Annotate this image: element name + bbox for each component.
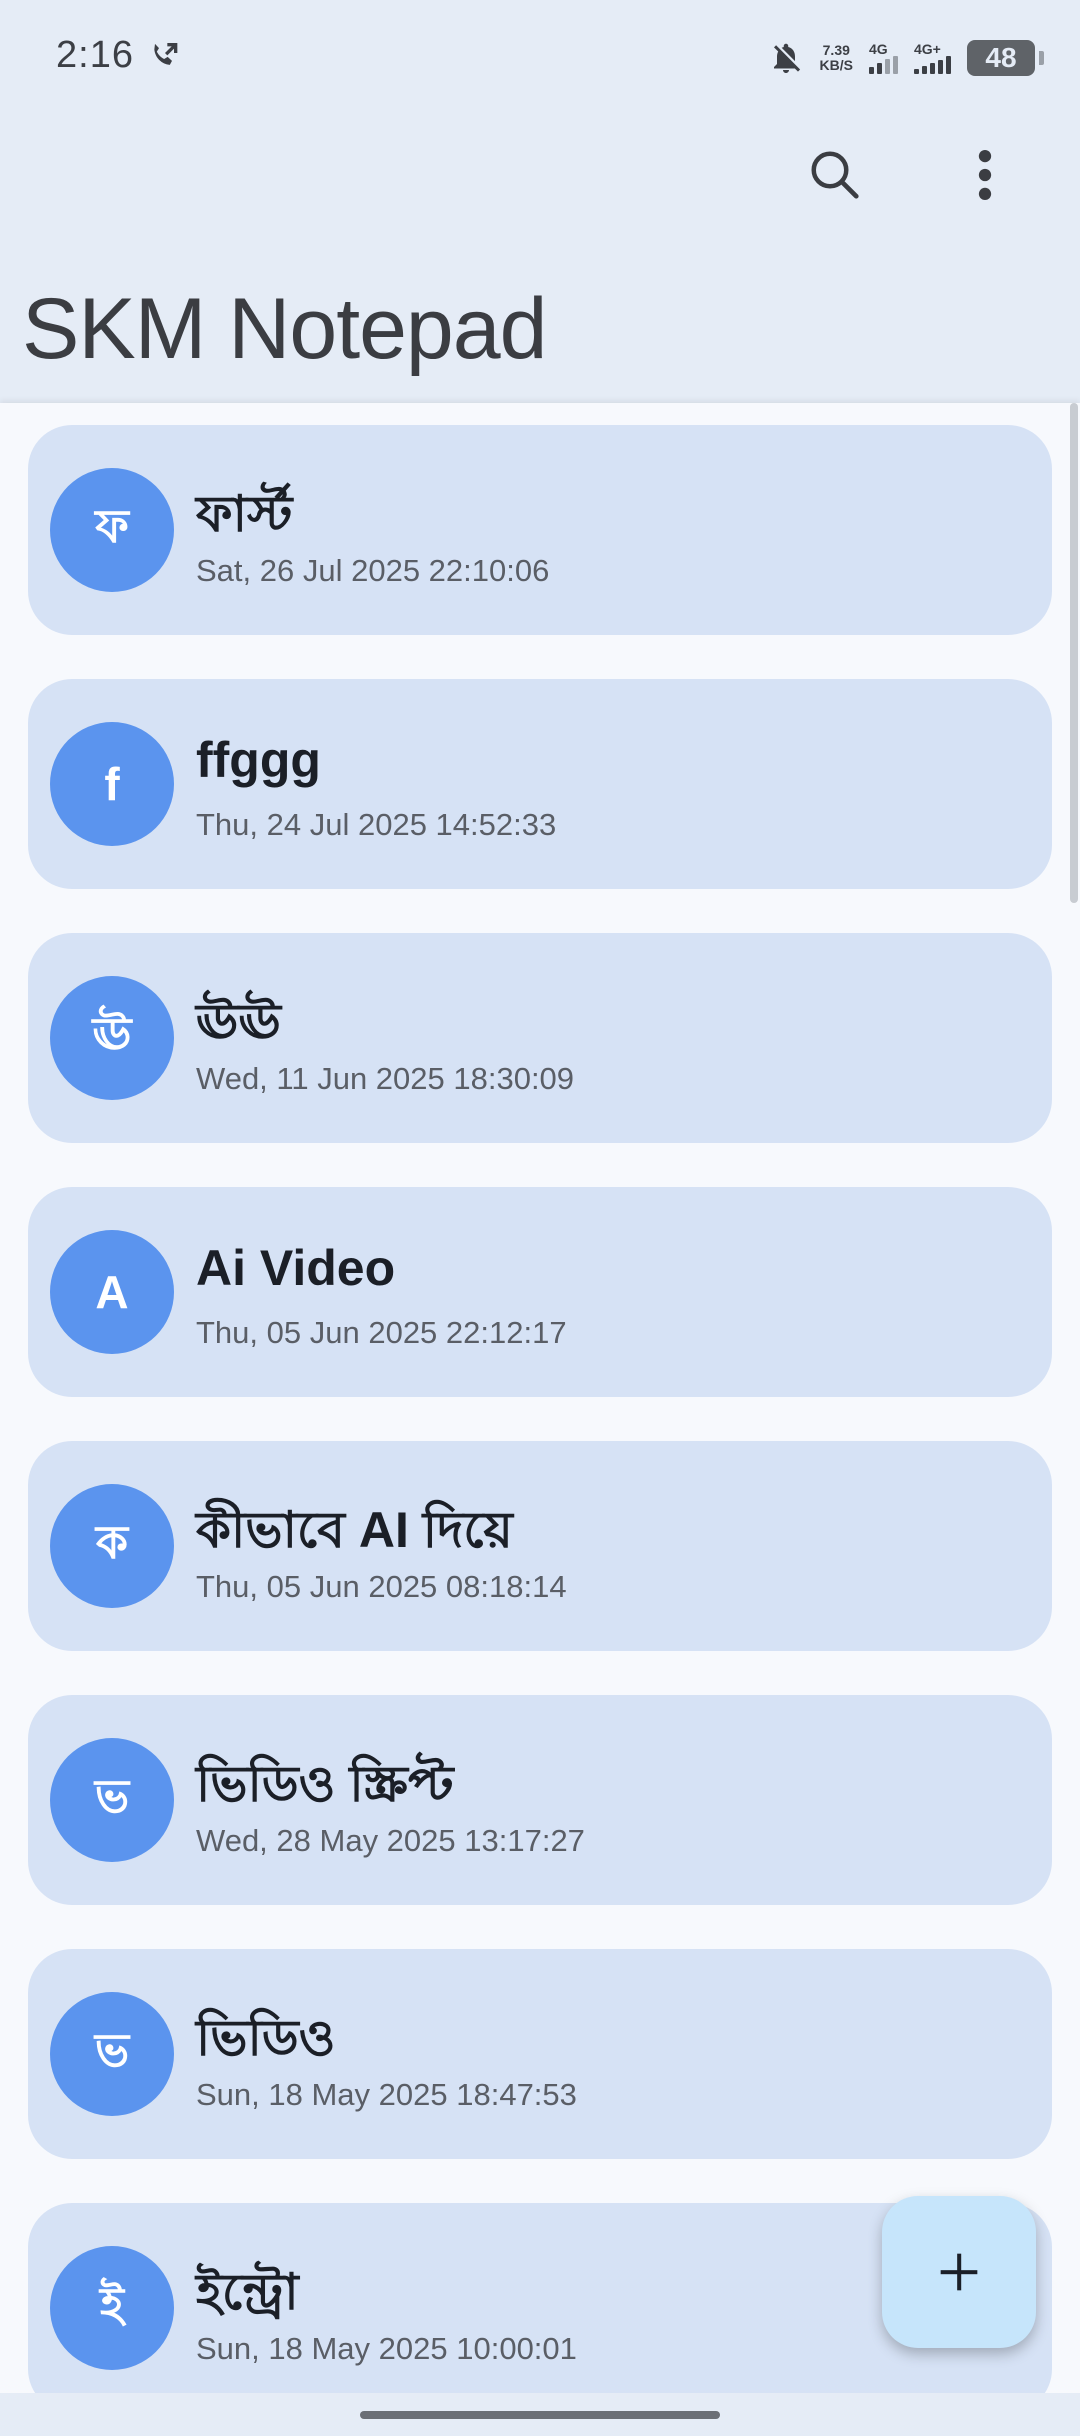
note-avatar: ফ — [50, 468, 174, 592]
note-avatar: ই — [50, 2246, 174, 2370]
battery-icon: 48 — [967, 40, 1035, 76]
sim2-label: 4G+ — [914, 41, 941, 57]
navigation-bar — [0, 2393, 1080, 2436]
note-avatar: ভ — [50, 1738, 174, 1862]
search-button[interactable] — [800, 140, 870, 210]
more-options-button[interactable] — [950, 140, 1020, 210]
note-title: ভিডিও স্ক্রিপ্ট — [196, 1756, 454, 1812]
screen: 2:16 7.39 KB/S 4G 4G+ 48 SKM Notepad ফ ফ… — [0, 0, 1080, 2436]
note-title: ফার্স্ট — [196, 486, 293, 542]
network-speed-unit: KB/S — [819, 57, 853, 73]
status-time: 2:16 — [56, 34, 134, 76]
page-title: SKM Notepad — [22, 281, 547, 377]
sim2-signal: 4G+ — [914, 42, 951, 74]
note-avatar: f — [50, 722, 174, 846]
signal-bars-icon — [869, 56, 898, 74]
sim1-label: 4G — [869, 41, 888, 57]
note-title: কীভাবে AI দিয়ে — [196, 1502, 513, 1558]
add-note-button[interactable] — [882, 2196, 1036, 2348]
note-card[interactable]: ভ ভিডিও স্ক্রিপ্ট Wed, 28 May 2025 13:17… — [28, 1695, 1052, 1905]
note-date: Sun, 18 May 2025 18:47:53 — [196, 2077, 577, 2112]
note-date: Sun, 18 May 2025 10:00:01 — [196, 2331, 577, 2366]
network-speed: 7.39 KB/S — [820, 43, 853, 73]
note-card[interactable]: ক কীভাবে AI দিয়ে Thu, 05 Jun 2025 08:18… — [28, 1441, 1052, 1651]
app-bar-actions — [780, 140, 1080, 210]
note-date: Wed, 11 Jun 2025 18:30:09 — [196, 1061, 575, 1096]
battery-cap — [1039, 51, 1044, 65]
note-card[interactable]: ফ ফার্স্ট Sat, 26 Jul 2025 22:10:06 — [28, 425, 1052, 635]
note-date: Wed, 28 May 2025 13:17:27 — [196, 1823, 585, 1858]
notes-list-area[interactable]: ফ ফার্স্ট Sat, 26 Jul 2025 22:10:06 f ff… — [0, 403, 1080, 2393]
bell-off-icon — [773, 43, 800, 73]
note-list: ফ ফার্স্ট Sat, 26 Jul 2025 22:10:06 f ff… — [28, 425, 1052, 2393]
note-title: Ai Video — [196, 1240, 396, 1296]
note-card[interactable]: ঊ ঊঊ Wed, 11 Jun 2025 18:30:09 — [28, 933, 1052, 1143]
note-avatar: A — [50, 1230, 174, 1354]
note-card[interactable]: f ffggg Thu, 24 Jul 2025 14:52:33 — [28, 679, 1052, 889]
note-card[interactable]: A Ai Video Thu, 05 Jun 2025 22:12:17 — [28, 1187, 1052, 1397]
note-avatar: ভ — [50, 1992, 174, 2116]
note-date: Thu, 05 Jun 2025 22:12:17 — [196, 1315, 567, 1350]
more-vert-icon — [978, 149, 992, 201]
note-date: Thu, 05 Jun 2025 08:18:14 — [196, 1569, 567, 1604]
home-indicator[interactable] — [360, 2411, 720, 2419]
note-date: Thu, 24 Jul 2025 14:52:33 — [196, 807, 557, 842]
status-bar: 2:16 7.39 KB/S 4G 4G+ 48 — [0, 0, 1080, 115]
note-title: ঊঊ — [196, 994, 281, 1050]
note-title: ffggg — [196, 732, 321, 788]
note-avatar: ক — [50, 1484, 174, 1608]
plus-icon — [940, 2253, 978, 2291]
battery-level: 48 — [985, 42, 1017, 73]
signal-bars-icon — [914, 56, 951, 74]
note-title: ভিডিও — [196, 2010, 336, 2066]
note-card[interactable]: ভ ভিডিও Sun, 18 May 2025 18:47:53 — [28, 1949, 1052, 2159]
status-icons: 7.39 KB/S 4G 4G+ 48 — [768, 36, 1044, 80]
wifi-call-icon — [154, 43, 178, 65]
note-avatar: ঊ — [50, 976, 174, 1100]
network-speed-value: 7.39 — [822, 42, 850, 58]
note-date: Sat, 26 Jul 2025 22:10:06 — [196, 553, 550, 588]
search-icon — [811, 151, 859, 199]
scrollbar[interactable] — [1070, 403, 1078, 903]
sim1-signal: 4G — [869, 42, 898, 74]
note-title: ইন্ট্রো — [196, 2264, 299, 2320]
